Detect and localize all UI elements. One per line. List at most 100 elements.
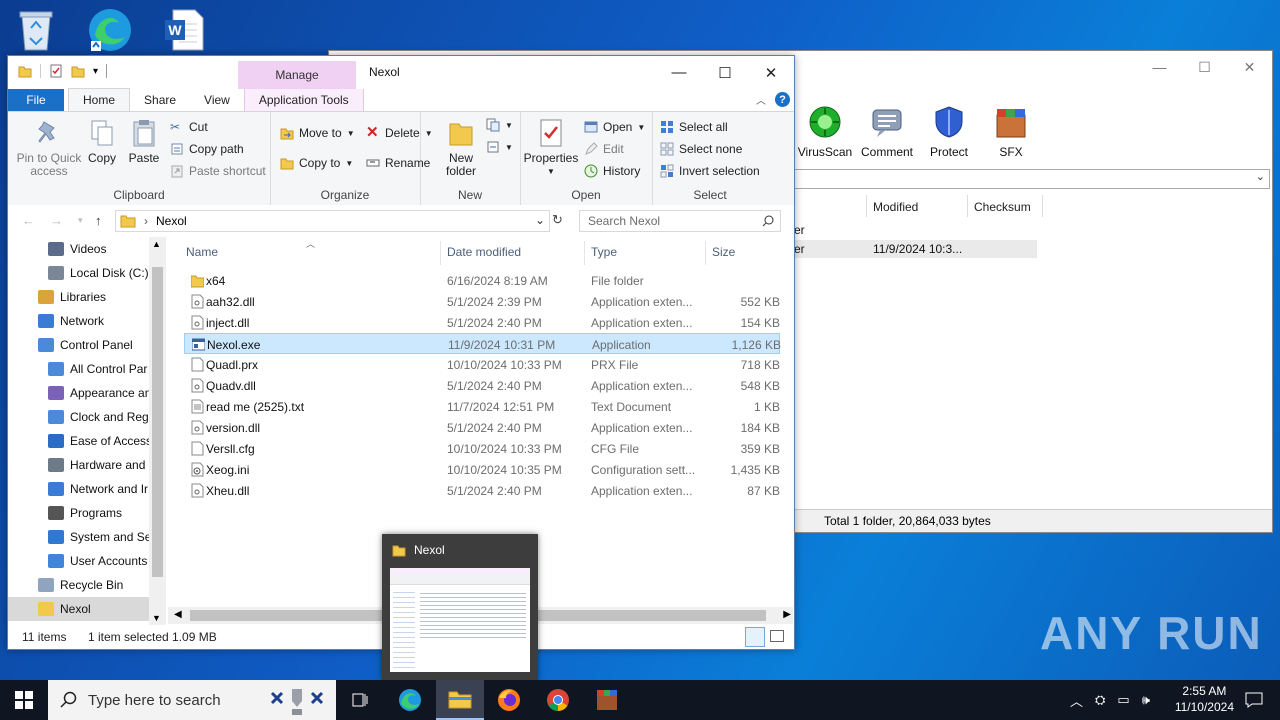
collapse-ribbon-icon[interactable]: ︿ [756, 92, 766, 107]
table-row[interactable]: version.dll 5/1/2024 2:40 PM Application e… [184, 417, 780, 438]
forward-arrow-icon[interactable]: → [50, 213, 63, 228]
refresh-icon[interactable]: ↻ [552, 212, 563, 228]
tab-home[interactable]: Home [68, 88, 131, 111]
modified-column[interactable]: Modified [867, 195, 968, 217]
nav-scrollbar[interactable]: ▲ ▼ [149, 237, 166, 625]
large-icons-view-icon[interactable] [770, 630, 784, 642]
sidebar-item-local-disk-c[interactable]: Local Disk (C:) [8, 261, 166, 285]
maximize-button[interactable]: ☐ [1182, 51, 1227, 83]
scroll-left-icon[interactable]: ◀ [174, 609, 182, 620]
select-none-button[interactable]: Select none [660, 142, 742, 156]
taskbar-clock[interactable]: 2:55 AM 11/10/2024 [1175, 683, 1234, 715]
sidebar-item-network-and-ir[interactable]: Network and Ir [8, 477, 166, 501]
sidebar-item-clock-and-regi[interactable]: Clock and Regi [8, 405, 166, 429]
sidebar-item-nexol[interactable]: Nexol [8, 597, 166, 621]
table-row[interactable]: x64 6/16/2024 8:19 AM File folder [184, 270, 780, 291]
task-view-button[interactable] [336, 680, 384, 720]
up-arrow-icon[interactable]: ↑ [95, 213, 102, 228]
taskbar-search-input[interactable]: Type here to search [48, 680, 336, 720]
name-column-stub[interactable] [794, 195, 867, 217]
cut-button[interactable]: ✂ Cut [170, 120, 208, 134]
scroll-up-icon[interactable]: ▲ [152, 239, 161, 249]
sfx-button[interactable]: SFX [980, 105, 1042, 159]
network-status-icon[interactable]: ⛭ [1095, 692, 1105, 708]
minimize-button[interactable]: — [1137, 51, 1182, 83]
table-row[interactable]: Quadv.dll 5/1/2024 2:40 PM Application ext… [184, 375, 780, 396]
start-button[interactable] [0, 680, 48, 720]
sidebar-item-videos[interactable]: Videos [8, 237, 166, 261]
checksum-column[interactable]: Checksum [968, 195, 1043, 217]
manage-tab[interactable]: Manage [238, 61, 356, 89]
chevron-up-icon[interactable]: ︿ [1070, 691, 1083, 710]
properties-icon[interactable] [49, 64, 63, 78]
table-row[interactable]: Xeog.ini 10/10/2024 10:35 PM Configuration… [184, 459, 780, 480]
chevron-down-icon[interactable]: ⌄ [535, 213, 545, 227]
taskbar-chrome[interactable] [534, 680, 582, 720]
tab-application-tools[interactable]: Application Tools [243, 89, 364, 111]
table-row[interactable]: Xheu.dll 5/1/2024 2:40 PM Application exte… [184, 480, 780, 501]
edit-button[interactable]: Edit [584, 142, 624, 156]
address-bar[interactable]: › Nexol ⌄ [115, 210, 550, 232]
tab-share[interactable]: Share [130, 89, 190, 111]
sidebar-item-control-panel[interactable]: Control Panel [8, 333, 166, 357]
word-document-icon[interactable]: W [160, 6, 208, 54]
maximize-button[interactable]: ☐ [702, 56, 748, 89]
sidebar-item-system-and-se[interactable]: System and Se [8, 525, 166, 549]
table-row[interactable]: inject.dll 5/1/2024 2:40 PM Application ex… [184, 312, 780, 333]
table-row[interactable]: Nexol.exe 11/9/2024 10:31 PM Application 1,… [184, 333, 781, 354]
copy-button[interactable]: Copy [84, 118, 120, 165]
table-row[interactable]: read me (2525).txt 11/7/2024 12:51 PM Text… [184, 396, 780, 417]
invert-selection-button[interactable]: Invert selection [660, 164, 760, 178]
new-folder-button[interactable]: New folder [440, 118, 482, 178]
close-button[interactable]: ✕ [748, 56, 794, 89]
close-button[interactable]: ✕ [1227, 51, 1272, 83]
taskbar-firefox[interactable] [485, 680, 533, 720]
pin-to-quick-access-button[interactable]: Pin to Quick access [14, 118, 84, 178]
winrar-path-field[interactable]: ⌄ [794, 169, 1270, 189]
taskbar-winrar[interactable] [583, 680, 631, 720]
sidebar-item-hardware-and[interactable]: Hardware and [8, 453, 166, 477]
select-all-button[interactable]: Select all [660, 120, 728, 134]
move-to-button[interactable]: Move to ▼ [280, 126, 355, 140]
list-item[interactable]: er [794, 223, 1037, 237]
properties-button[interactable]: Properties ▼ [524, 118, 578, 178]
new-item-button[interactable]: ▼ [486, 118, 513, 132]
column-date-modified[interactable]: Date modified [447, 245, 521, 259]
notification-center-button[interactable] [1230, 680, 1278, 720]
sidebar-item-recycle-bin[interactable]: Recycle Bin [8, 573, 166, 597]
taskbar-thumbnail-preview[interactable]: Nexol [382, 534, 538, 680]
easy-access-button[interactable]: ▼ [486, 140, 513, 154]
copy-to-button[interactable]: Copy to ▼ [280, 156, 353, 170]
column-name[interactable]: Name [186, 245, 218, 259]
table-row[interactable]: Quadl.prx 10/10/2024 10:33 PM PRX File 718 … [184, 354, 780, 375]
network-icon[interactable]: ▭ [1117, 692, 1129, 708]
column-size[interactable]: Size [712, 245, 735, 259]
comment-button[interactable]: Comment [856, 105, 918, 159]
search-input[interactable]: Search Nexol [579, 210, 781, 232]
column-type[interactable]: Type [591, 245, 617, 259]
qat-dropdown-icon[interactable]: ▾ [93, 66, 98, 77]
paste-shortcut-button[interactable]: Paste shortcut [170, 164, 266, 178]
chevron-down-icon[interactable]: ⌄ [1256, 170, 1265, 183]
table-row[interactable]: aah32.dll 5/1/2024 2:39 PM Application ext… [184, 291, 780, 312]
protect-button[interactable]: Protect [918, 105, 980, 159]
history-button[interactable]: History [584, 164, 640, 178]
new-folder-icon[interactable] [71, 64, 85, 78]
sidebar-item-user-accounts[interactable]: User Accounts [8, 549, 166, 573]
edge-icon[interactable] [86, 6, 134, 54]
list-item[interactable]: er 11/9/2024 10:3... [794, 240, 1037, 258]
scroll-down-icon[interactable]: ▼ [152, 613, 161, 623]
breadcrumb[interactable]: Nexol [156, 214, 187, 228]
paste-button[interactable]: Paste [126, 118, 162, 165]
taskbar-edge[interactable] [386, 680, 434, 720]
sidebar-item-network[interactable]: Network [8, 309, 166, 333]
sidebar-item-all-control-par[interactable]: All Control Par [8, 357, 166, 381]
virusscan-button[interactable]: VirusScan [794, 105, 856, 159]
scroll-right-icon[interactable]: ▶ [783, 609, 791, 620]
volume-icon[interactable]: 🕪 [1142, 692, 1150, 708]
sidebar-item-libraries[interactable]: Libraries [8, 285, 166, 309]
nav-scroll-thumb[interactable] [152, 267, 163, 577]
copy-path-button[interactable]: Copy path [170, 142, 244, 156]
open-button[interactable]: Open ▼ [584, 120, 645, 134]
recycle-bin-icon[interactable] [12, 6, 60, 54]
